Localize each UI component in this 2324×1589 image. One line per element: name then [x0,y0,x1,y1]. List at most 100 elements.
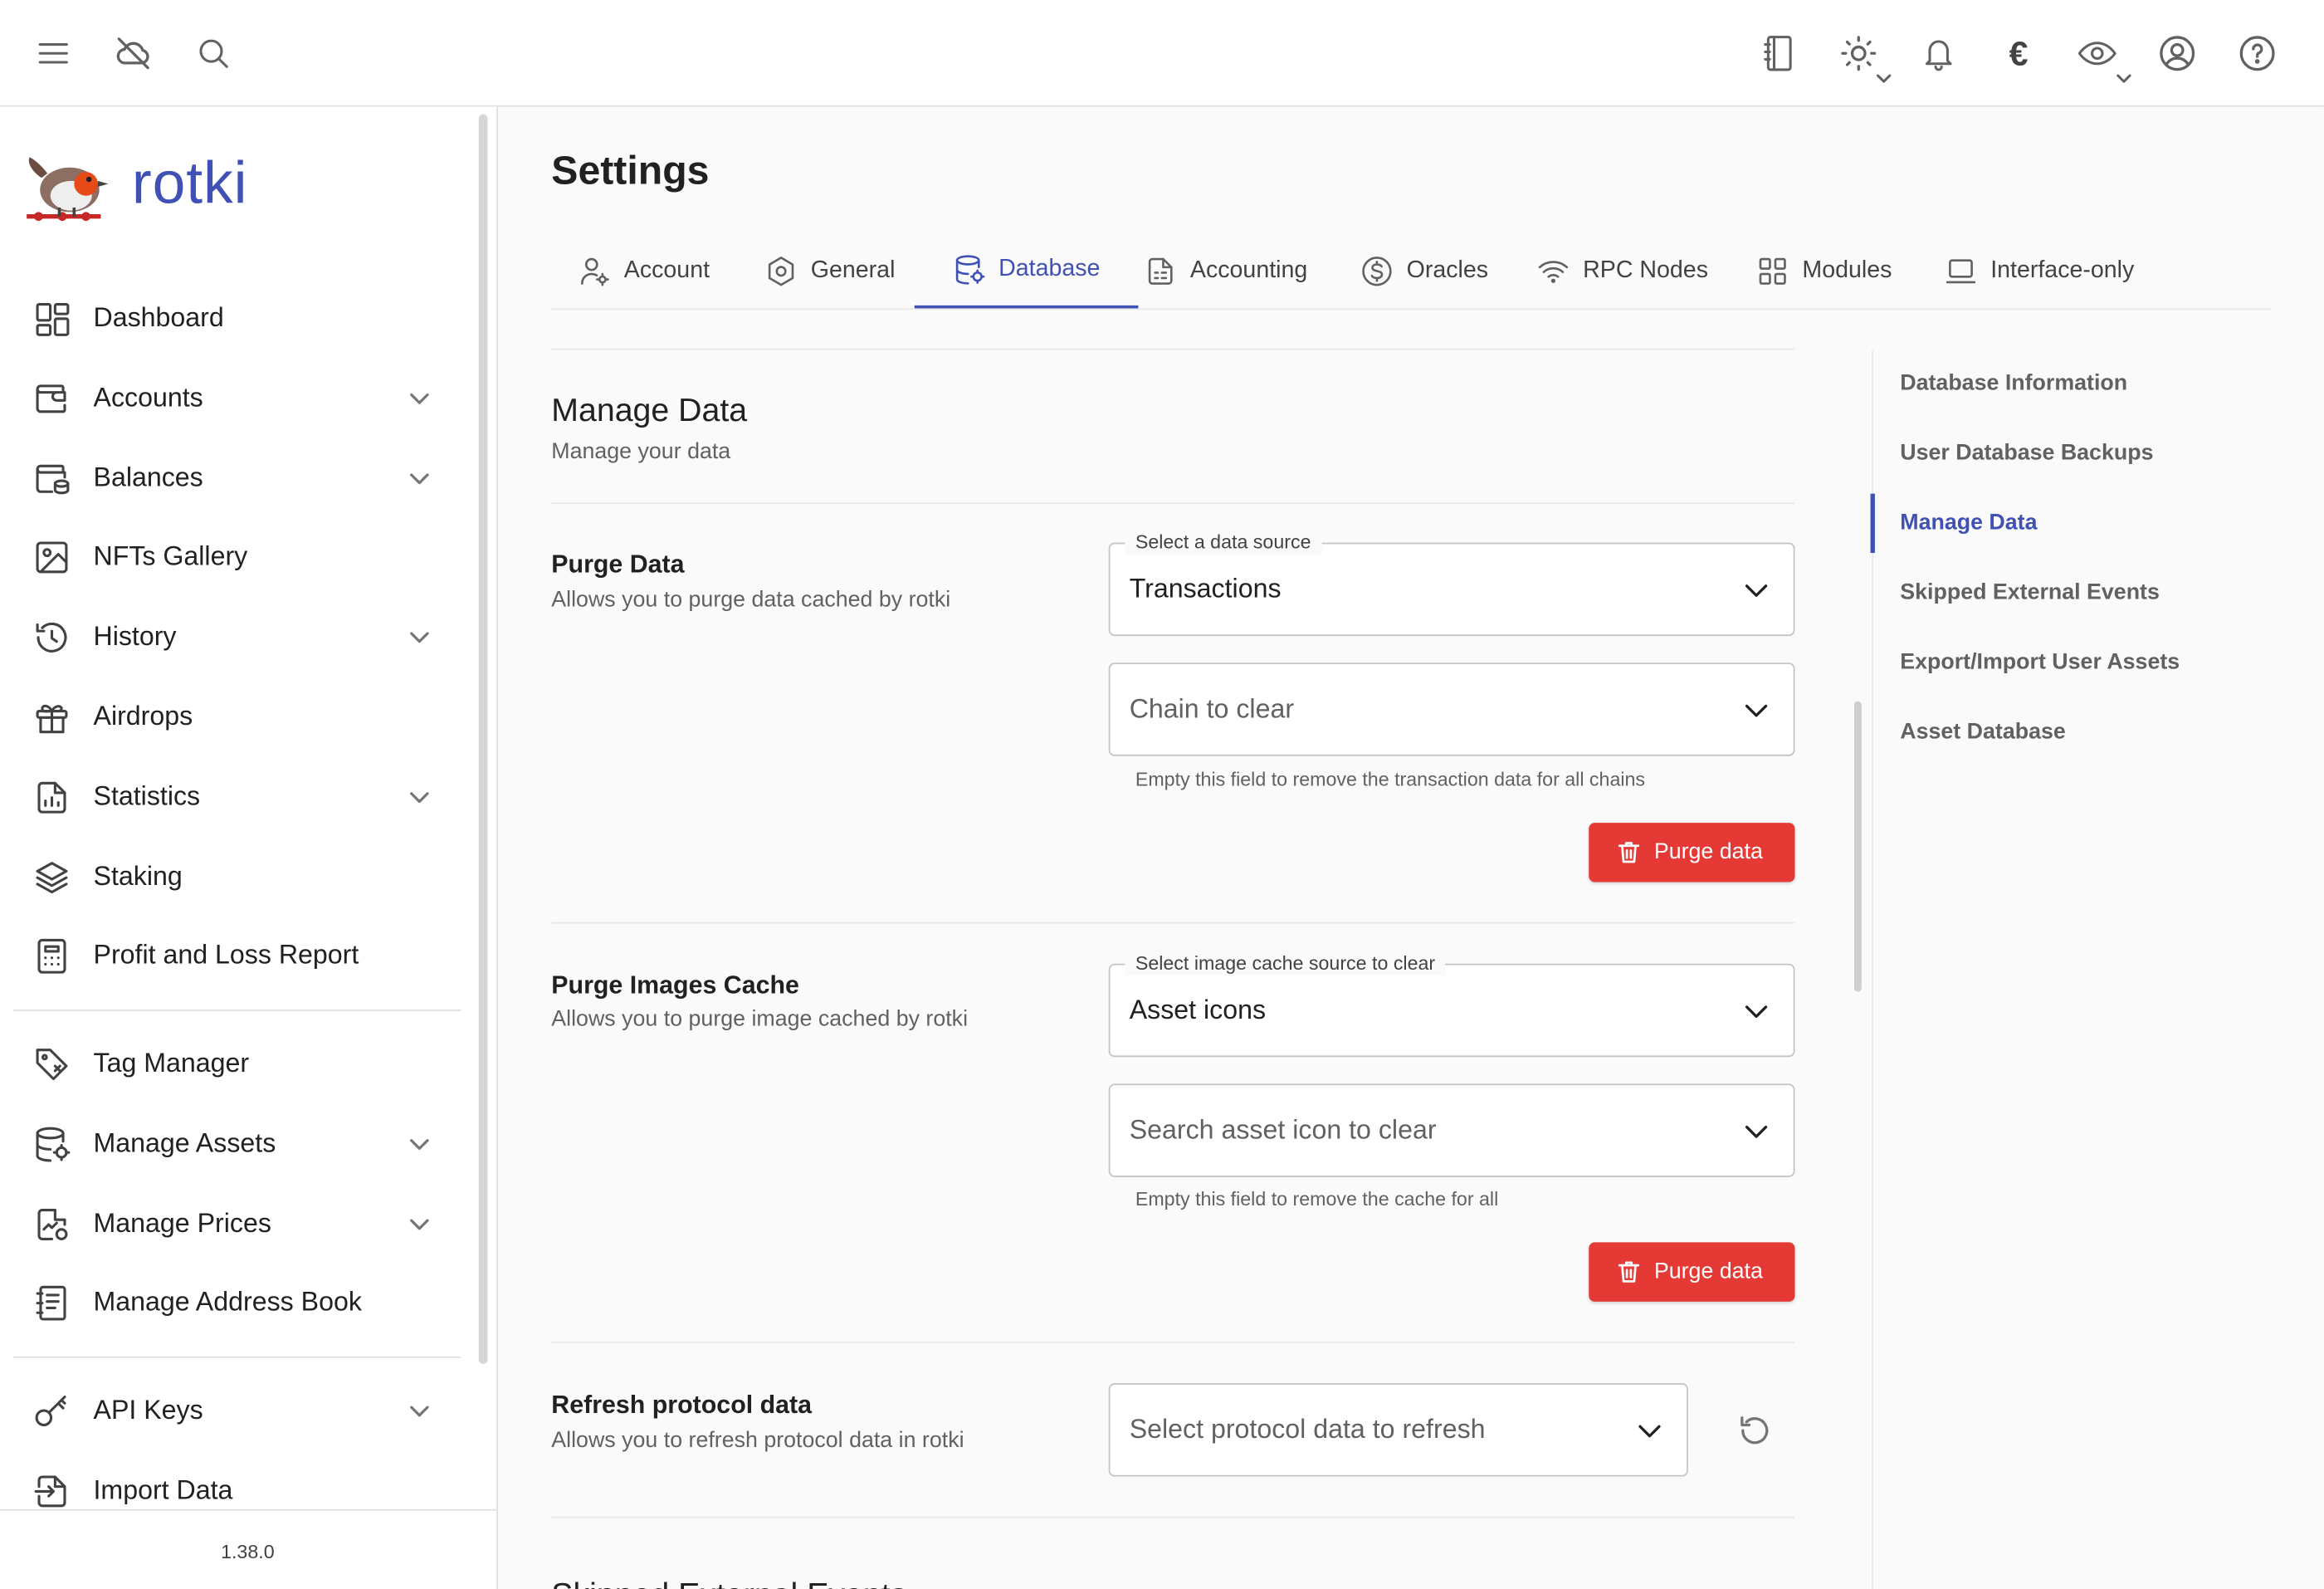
sidebar-item-api-keys[interactable]: API Keys [0,1379,474,1445]
sidebar-item-manage-prices[interactable]: Manage Prices [0,1191,474,1257]
cloud-off-icon[interactable] [107,27,160,80]
stack-icon [36,861,68,893]
theme-menu-chevron-icon[interactable] [1873,71,1894,86]
outline-item-label: Skipped External Events [1900,579,2160,605]
app-version-footer: 1.38.0 [0,1508,497,1589]
asset-icon-hint: Empty this field to remove the cache for… [1135,1187,1499,1210]
sidebar-item-statistics[interactable]: Statistics [0,765,474,830]
modules-grid-icon [1759,257,1786,285]
asset-icon-search-select[interactable]: Search asset icon to clear [1108,1083,1795,1177]
data-source-value: Transactions [1129,574,1282,604]
settings-page-outline: Database Information User Database Backup… [1870,350,2324,1589]
sidebar-item-nfts-gallery[interactable]: NFTs Gallery [0,526,474,591]
chevron-down-icon [410,472,429,484]
asset-icon-search-placeholder: Search asset icon to clear [1129,1114,1437,1145]
database-settings-icon [955,255,984,285]
outline-item-label: User Database Backups [1900,440,2154,466]
help-icon[interactable] [2230,27,2283,80]
notifications-bell-icon[interactable] [1912,27,1965,80]
tab-database[interactable]: Database [914,234,1139,309]
menu-icon[interactable] [27,27,80,80]
section-divider [551,1342,1795,1343]
dashboard-icon [36,302,70,336]
chevron-down-icon [410,1218,429,1230]
outline-item-asset-database[interactable]: Asset Database [1873,702,2318,761]
tag-icon [36,1049,68,1081]
oracle-dollar-icon [1362,257,1392,286]
purge-images-button-label: Purge data [1653,1259,1763,1284]
outline-item-manage-data[interactable]: Manage Data [1870,493,2320,554]
purge-images-button[interactable]: Purge data [1589,1242,1795,1302]
chain-to-clear-hint: Empty this field to remove the transacti… [1135,767,1646,790]
refresh-protocol-subtitle: Allows you to refresh protocol data in r… [551,1427,964,1453]
sidebar-item-staking[interactable]: Staking [0,844,474,910]
tab-account[interactable]: Account [578,234,738,308]
tab-general[interactable]: General [764,234,919,308]
chevron-down-icon [410,632,429,643]
outline-item-skipped-external-events[interactable]: Skipped External Events [1873,564,2318,623]
outline-item-export-import-user-assets[interactable]: Export/Import User Assets [1873,633,2318,692]
sidebar-item-tag-manager[interactable]: Tag Manager [0,1032,474,1098]
protocol-data-select[interactable]: Select protocol data to refresh [1108,1383,1688,1477]
section-divider [551,348,1795,350]
outline-item-label: Asset Database [1900,719,2066,745]
outline-item-label: Manage Data [1900,510,2038,535]
sidebar-item-manage-address-book[interactable]: Manage Address Book [0,1271,474,1337]
data-source-select[interactable]: Select a data source Transactions [1108,530,1795,637]
sidebar-item-profit-and-loss-report[interactable]: Profit and Loss Report [0,924,474,990]
database-icon [36,1127,71,1162]
sidebar-scrollbar[interactable] [478,114,488,1364]
top-app-bar: € [0,0,2324,107]
sidebar-item-manage-assets[interactable]: Manage Assets [0,1112,474,1177]
balances-icon [36,464,70,494]
sidebar-item-label: Manage Assets [93,1127,276,1158]
purge-data-title: Purge Data [551,550,685,579]
sidebar-item-airdrops[interactable]: Airdrops [0,685,474,750]
key-icon [35,1396,66,1426]
tab-label: RPC Nodes [1583,257,1708,284]
outline-item-user-database-backups[interactable]: User Database Backups [1873,424,2318,483]
tab-interface-only[interactable]: Interface-only [1945,234,2152,308]
section-title: Manage Data [551,391,748,429]
sidebar-item-history[interactable]: History [0,605,474,671]
chain-to-clear-select[interactable]: Chain to clear [1108,662,1795,756]
chain-to-clear-placeholder: Chain to clear [1129,693,1295,724]
image-icon [36,542,68,574]
sidebar-item-accounts[interactable]: Accounts [0,366,474,432]
tab-accounting[interactable]: Accounting [1145,234,1335,308]
chevron-down-icon [1745,1125,1768,1138]
tab-rpc-nodes[interactable]: RPC Nodes [1537,234,1730,308]
chevron-down-icon [410,791,429,803]
sidebar-item-label: Import Data [93,1474,233,1505]
search-icon[interactable] [187,27,240,80]
purge-data-button[interactable]: Purge data [1589,823,1795,883]
privacy-menu-chevron-icon[interactable] [2113,71,2134,86]
outline-item-label: Export/Import User Assets [1900,649,2180,675]
purge-data-subtitle: Allows you to purge data cached by rotki [551,587,951,613]
sidebar-item-label: Tag Manager [93,1048,250,1078]
wallet-icon [36,384,66,413]
tab-oracles[interactable]: Oracles [1360,234,1511,308]
currency-euro-icon[interactable]: € [1992,27,2045,80]
outline-item-database-information[interactable]: Database Information [1873,354,2318,413]
sidebar-item-label: Dashboard [93,302,224,332]
refresh-protocol-button[interactable] [1728,1404,1781,1457]
import-icon [34,1475,66,1508]
tab-label: Interface-only [1990,257,2135,284]
sidebar-item-label: NFTs Gallery [93,541,248,572]
sidebar-item-label: Manage Address Book [93,1287,362,1318]
sidebar-item-label: Profit and Loss Report [93,940,359,971]
tab-label: General [810,257,896,284]
user-account-icon[interactable] [2151,27,2204,80]
wifi-icon [1538,261,1569,283]
image-cache-source-select[interactable]: Select image cache source to clear Asset… [1108,951,1795,1058]
sidebar-item-balances[interactable]: Balances [0,446,474,511]
tab-modules[interactable]: Modules [1756,234,1919,308]
notes-icon[interactable] [1752,27,1805,80]
sidebar-item-label: Airdrops [93,701,193,731]
settings-tabs: Account General Database Accounting Oracles R… [551,234,2271,310]
sidebar-item-label: History [93,621,177,652]
main-scrollbar[interactable] [1853,701,1862,992]
sidebar-item-dashboard[interactable]: Dashboard [0,286,474,352]
app-root: € rotki Dashboard Accounts Balances NFTs… [0,0,2324,1589]
